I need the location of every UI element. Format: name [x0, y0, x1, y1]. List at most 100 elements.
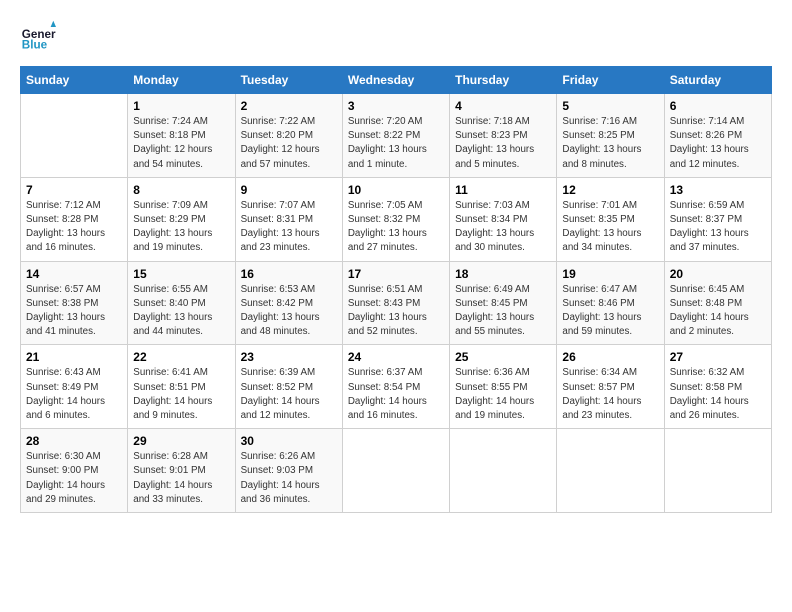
day-cell: 1 Sunrise: 7:24 AMSunset: 8:18 PMDaylight…: [128, 94, 235, 178]
day-info: Sunrise: 6:39 AMSunset: 8:52 PMDaylight:…: [241, 366, 337, 423]
day-number: 16: [241, 267, 337, 281]
day-cell: 14 Sunrise: 6:57 AMSunset: 8:38 PMDayligh…: [21, 261, 128, 345]
day-cell: 6 Sunrise: 7:14 AMSunset: 8:26 PMDaylight…: [664, 94, 771, 178]
day-cell: 13Sunrise: 6:59 AMSunset: 8:37 PMDayligh…: [664, 177, 771, 261]
day-cell: 21 Sunrise: 6:43 AMSunset: 8:49 PMDayligh…: [21, 345, 128, 429]
day-info: Sunrise: 7:01 AMSunset: 8:35 PMDaylight:…: [562, 199, 658, 256]
day-cell: 15 Sunrise: 6:55 AMSunset: 8:40 PMDayligh…: [128, 261, 235, 345]
week-row-3: 14 Sunrise: 6:57 AMSunset: 8:38 PMDayligh…: [21, 261, 772, 345]
day-info: Sunrise: 7:22 AMSunset: 8:20 PMDaylight:…: [241, 115, 337, 172]
day-info: Sunrise: 7:03 AMSunset: 8:34 PMDaylight:…: [455, 199, 551, 256]
day-number: 9: [241, 183, 337, 197]
calendar-body: 1 Sunrise: 7:24 AMSunset: 8:18 PMDaylight…: [21, 94, 772, 513]
col-header-sunday: Sunday: [21, 67, 128, 94]
day-info: Sunrise: 6:51 AMSunset: 8:43 PMDaylight:…: [348, 283, 444, 340]
col-header-monday: Monday: [128, 67, 235, 94]
day-info: Sunrise: 7:16 AMSunset: 8:25 PMDaylight:…: [562, 115, 658, 172]
day-number: 20: [670, 267, 766, 281]
col-header-friday: Friday: [557, 67, 664, 94]
day-cell: 20Sunrise: 6:45 AMSunset: 8:48 PMDayligh…: [664, 261, 771, 345]
day-info: Sunrise: 6:55 AMSunset: 8:40 PMDaylight:…: [133, 283, 229, 340]
day-cell: 7Sunrise: 7:12 AMSunset: 8:28 PMDaylight…: [21, 177, 128, 261]
day-cell: 19Sunrise: 6:47 AMSunset: 8:46 PMDayligh…: [557, 261, 664, 345]
day-info: Sunrise: 6:49 AMSunset: 8:45 PMDaylight:…: [455, 283, 551, 340]
day-info: Sunrise: 6:32 AMSunset: 8:58 PMDaylight:…: [670, 366, 766, 423]
logo: General Blue: [20, 18, 60, 54]
day-info: Sunrise: 6:41 AMSunset: 8:51 PMDaylight:…: [133, 366, 229, 423]
day-number: 5: [562, 99, 658, 113]
day-cell: 10 Sunrise: 7:05 AMSunset: 8:32 PMDayligh…: [342, 177, 449, 261]
logo-icon: General Blue: [20, 18, 56, 54]
day-cell: 28Sunrise: 6:30 AMSunset: 9:00 PMDayligh…: [21, 429, 128, 513]
day-info: Sunrise: 6:34 AMSunset: 8:57 PMDaylight:…: [562, 366, 658, 423]
day-number: 23: [241, 350, 337, 364]
day-number: 8: [133, 183, 229, 197]
day-number: 25: [455, 350, 551, 364]
day-info: Sunrise: 6:57 AMSunset: 8:38 PMDaylight:…: [26, 283, 122, 340]
day-cell: 18Sunrise: 6:49 AMSunset: 8:45 PMDayligh…: [450, 261, 557, 345]
day-number: 26: [562, 350, 658, 364]
day-number: 22: [133, 350, 229, 364]
day-cell: 22 Sunrise: 6:41 AMSunset: 8:51 PMDayligh…: [128, 345, 235, 429]
day-number: 15: [133, 267, 229, 281]
day-number: 10: [348, 183, 444, 197]
day-number: 17: [348, 267, 444, 281]
day-cell: 3 Sunrise: 7:20 AMSunset: 8:22 PMDaylight…: [342, 94, 449, 178]
day-cell: 23 Sunrise: 6:39 AMSunset: 8:52 PMDayligh…: [235, 345, 342, 429]
day-cell: [557, 429, 664, 513]
day-number: 4: [455, 99, 551, 113]
week-row-4: 21 Sunrise: 6:43 AMSunset: 8:49 PMDayligh…: [21, 345, 772, 429]
day-info: Sunrise: 7:05 AMSunset: 8:32 PMDaylight:…: [348, 199, 444, 256]
day-info: Sunrise: 7:09 AMSunset: 8:29 PMDaylight:…: [133, 199, 229, 256]
day-number: 21: [26, 350, 122, 364]
day-cell: 30 Sunrise: 6:26 AMSunset: 9:03 PMDayligh…: [235, 429, 342, 513]
day-cell: 5 Sunrise: 7:16 AMSunset: 8:25 PMDaylight…: [557, 94, 664, 178]
day-number: 30: [241, 434, 337, 448]
day-cell: 8 Sunrise: 7:09 AMSunset: 8:29 PMDaylight…: [128, 177, 235, 261]
day-cell: 4 Sunrise: 7:18 AMSunset: 8:23 PMDaylight…: [450, 94, 557, 178]
day-cell: 24Sunrise: 6:37 AMSunset: 8:54 PMDayligh…: [342, 345, 449, 429]
day-number: 6: [670, 99, 766, 113]
col-header-saturday: Saturday: [664, 67, 771, 94]
week-row-5: 28Sunrise: 6:30 AMSunset: 9:00 PMDayligh…: [21, 429, 772, 513]
day-number: 27: [670, 350, 766, 364]
day-number: 24: [348, 350, 444, 364]
day-info: Sunrise: 7:20 AMSunset: 8:22 PMDaylight:…: [348, 115, 444, 172]
day-number: 29: [133, 434, 229, 448]
day-cell: [450, 429, 557, 513]
col-header-tuesday: Tuesday: [235, 67, 342, 94]
day-cell: 29 Sunrise: 6:28 AMSunset: 9:01 PMDayligh…: [128, 429, 235, 513]
day-cell: 17 Sunrise: 6:51 AMSunset: 8:43 PMDayligh…: [342, 261, 449, 345]
day-info: Sunrise: 7:18 AMSunset: 8:23 PMDaylight:…: [455, 115, 551, 172]
day-info: Sunrise: 6:36 AMSunset: 8:55 PMDaylight:…: [455, 366, 551, 423]
day-info: Sunrise: 6:53 AMSunset: 8:42 PMDaylight:…: [241, 283, 337, 340]
day-info: Sunrise: 7:12 AMSunset: 8:28 PMDaylight:…: [26, 199, 122, 256]
day-cell: 2Sunrise: 7:22 AMSunset: 8:20 PMDaylight…: [235, 94, 342, 178]
day-cell: 26 Sunrise: 6:34 AMSunset: 8:57 PMDayligh…: [557, 345, 664, 429]
day-cell: 11Sunrise: 7:03 AMSunset: 8:34 PMDayligh…: [450, 177, 557, 261]
day-number: 14: [26, 267, 122, 281]
day-info: Sunrise: 6:26 AMSunset: 9:03 PMDaylight:…: [241, 450, 337, 507]
day-info: Sunrise: 7:07 AMSunset: 8:31 PMDaylight:…: [241, 199, 337, 256]
page: General Blue SundayMondayTuesdayWednesda…: [0, 0, 792, 612]
calendar-table: SundayMondayTuesdayWednesdayThursdayFrid…: [20, 66, 772, 513]
header: General Blue: [20, 18, 772, 54]
day-info: Sunrise: 6:28 AMSunset: 9:01 PMDaylight:…: [133, 450, 229, 507]
week-row-2: 7Sunrise: 7:12 AMSunset: 8:28 PMDaylight…: [21, 177, 772, 261]
col-header-thursday: Thursday: [450, 67, 557, 94]
day-info: Sunrise: 6:43 AMSunset: 8:49 PMDaylight:…: [26, 366, 122, 423]
day-cell: [342, 429, 449, 513]
day-cell: 27 Sunrise: 6:32 AMSunset: 8:58 PMDayligh…: [664, 345, 771, 429]
calendar-header: SundayMondayTuesdayWednesdayThursdayFrid…: [21, 67, 772, 94]
day-number: 3: [348, 99, 444, 113]
day-info: Sunrise: 7:24 AMSunset: 8:18 PMDaylight:…: [133, 115, 229, 172]
day-number: 12: [562, 183, 658, 197]
day-number: 19: [562, 267, 658, 281]
day-cell: 16 Sunrise: 6:53 AMSunset: 8:42 PMDayligh…: [235, 261, 342, 345]
day-cell: 12 Sunrise: 7:01 AMSunset: 8:35 PMDayligh…: [557, 177, 664, 261]
day-cell: [664, 429, 771, 513]
day-number: 13: [670, 183, 766, 197]
day-cell: [21, 94, 128, 178]
day-number: 1: [133, 99, 229, 113]
day-info: Sunrise: 7:14 AMSunset: 8:26 PMDaylight:…: [670, 115, 766, 172]
